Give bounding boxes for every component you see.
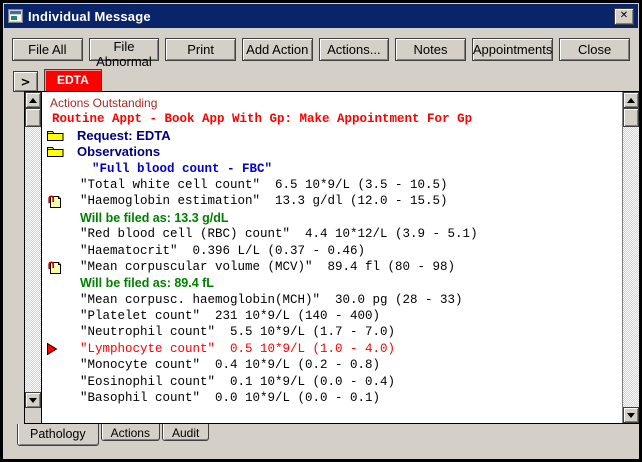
report-line-text: "Basophil count" 0.0 10*9/L (0.0 - 0.1): [80, 391, 380, 405]
window-icon: [8, 9, 23, 23]
toolbar-button-print[interactable]: Print: [165, 38, 236, 61]
report-line-5[interactable]: "Full blood count - FBC": [42, 161, 622, 177]
report-line-14[interactable]: "Platelet count" 231 10*9/L (140 - 400): [42, 308, 622, 324]
report-line-4[interactable]: Observations: [42, 144, 622, 160]
report-area: Actions Outstanding Routine Appt - Book A…: [42, 92, 622, 423]
close-button[interactable]: ✕: [614, 8, 634, 25]
toolbar-button-file-abnormal[interactable]: File Abnormal: [89, 38, 160, 61]
arrow-up-icon: [627, 94, 635, 103]
report-line-text: Observations: [77, 144, 160, 159]
report-line-text: "Red blood cell (RBC) count" 4.4 10*12/L…: [80, 227, 478, 241]
report-line-text: "Lymphocyte count" 0.5 10*9/L (1.0 - 4.0…: [80, 342, 395, 356]
toolbar-button-file-all[interactable]: File All: [12, 38, 83, 61]
toolbar-button-appointments[interactable]: Appointments: [472, 38, 554, 61]
tab-pathology[interactable]: Pathology: [17, 424, 99, 446]
arrow-up-icon: [29, 94, 37, 103]
scroll-down-button-left[interactable]: [25, 392, 41, 408]
report-line-7[interactable]: "Haemoglobin estimation" 13.3 g/dl (12.0…: [42, 193, 622, 209]
report-line-text: Actions Outstanding: [50, 96, 157, 110]
report-line-2[interactable]: Routine Appt - Book App With Gp: Make Ap…: [42, 111, 622, 127]
report-line-16[interactable]: "Lymphocyte count" 0.5 10*9/L (1.0 - 4.0…: [42, 341, 622, 357]
message-content-box: Actions Outstanding Routine Appt - Book A…: [24, 91, 640, 424]
report-line-text: Routine Appt - Book App With Gp: Make Ap…: [52, 112, 472, 126]
window-title: Individual Message: [28, 9, 614, 24]
tab-actions[interactable]: Actions: [101, 424, 160, 441]
report-line-18[interactable]: "Eosinophil count" 0.1 10*9/L (0.0 - 0.4…: [42, 374, 622, 390]
tab-audit[interactable]: Audit: [162, 424, 209, 441]
report-line-text: "Total white cell count" 6.5 10*9/L (3.5…: [80, 178, 448, 192]
report-line-text: "Mean corpusc. haemoglobin(MCH)" 30.0 pg…: [80, 293, 463, 307]
toolbar-button-add-action[interactable]: Add Action: [242, 38, 313, 61]
right-scrollbar[interactable]: [622, 92, 639, 423]
report-line-text: "Eosinophil count" 0.1 10*9/L (0.0 - 0.4…: [80, 375, 395, 389]
scrollbar-thumb-left[interactable]: [25, 108, 41, 127]
report-line-text: "Haemoglobin estimation" 13.3 g/dl (12.0…: [80, 194, 448, 208]
bottom-tab-bar: PathologyActionsAudit: [17, 424, 211, 446]
report-line-13[interactable]: "Mean corpusc. haemoglobin(MCH)" 30.0 pg…: [42, 292, 622, 308]
report-line-text: Will be filed as: 13.3 g/dL: [80, 211, 229, 225]
tab-edta[interactable]: EDTA: [44, 69, 102, 92]
report-line-19[interactable]: "Basophil count" 0.0 10*9/L (0.0 - 0.1): [42, 390, 622, 406]
report-line-text: "Full blood count - FBC": [92, 162, 272, 176]
report-line-9[interactable]: "Red blood cell (RBC) count" 4.4 10*12/L…: [42, 226, 622, 242]
scrollbar-filler-left: [25, 408, 41, 423]
close-icon: ✕: [620, 10, 628, 21]
report-line-text: "Haematocrit" 0.396 L/L (0.37 - 0.46): [80, 244, 365, 258]
toolbar-button-close[interactable]: Close: [559, 38, 630, 61]
left-scrollbar[interactable]: [25, 92, 42, 423]
toolbar-button-notes[interactable]: Notes: [395, 38, 466, 61]
scrollbar-track-right[interactable]: [623, 127, 639, 407]
scroll-up-button-right[interactable]: [623, 92, 639, 108]
scroll-up-button-left[interactable]: [25, 92, 41, 108]
scrollbar-thumb-right[interactable]: [623, 108, 639, 127]
report-line-text: "Neutrophil count" 5.5 10*9/L (1.7 - 7.0…: [80, 325, 395, 339]
report-line-text: Request: EDTA: [77, 128, 171, 143]
report-line-8[interactable]: Will be filed as: 13.3 g/dL: [42, 210, 622, 226]
arrow-down-icon: [29, 398, 37, 407]
report-line-3[interactable]: Request: EDTA: [42, 128, 622, 144]
arrow-down-icon: [627, 413, 635, 422]
toolbar-button-actions[interactable]: Actions...: [319, 38, 390, 61]
report-line-text: Will be filed as: 89.4 fL: [80, 276, 214, 290]
report-line-text: "Mean corpuscular volume (MCV)" 89.4 fl …: [80, 260, 455, 274]
report-line-6[interactable]: "Total white cell count" 6.5 10*9/L (3.5…: [42, 177, 622, 193]
tab-scroll-button[interactable]: >: [13, 71, 38, 92]
toolbar: File All File AbnormalPrint Add Action Acti…: [12, 38, 630, 61]
report-line-1[interactable]: Actions Outstanding: [42, 95, 622, 111]
report-line-11[interactable]: "Mean corpuscular volume (MCV)" 89.4 fl …: [42, 259, 622, 275]
individual-message-window: Individual Message ✕ File All File Abnorm…: [0, 0, 642, 462]
report-line-12[interactable]: Will be filed as: 89.4 fL: [42, 275, 622, 291]
report-line-text: "Platelet count" 231 10*9/L (140 - 400): [80, 309, 380, 323]
report-line-text: "Monocyte count" 0.4 10*9/L (0.2 - 0.8): [80, 358, 380, 372]
scrollbar-track-left[interactable]: [25, 127, 41, 392]
scroll-down-button-right[interactable]: [623, 407, 639, 423]
titlebar[interactable]: Individual Message ✕: [4, 4, 638, 28]
report-line-17[interactable]: "Monocyte count" 0.4 10*9/L (0.2 - 0.8): [42, 357, 622, 373]
report-line-10[interactable]: "Haematocrit" 0.396 L/L (0.37 - 0.46): [42, 243, 622, 259]
message-tab-bar: > EDTA: [13, 69, 102, 92]
report-line-15[interactable]: "Neutrophil count" 5.5 10*9/L (1.7 - 7.0…: [42, 324, 622, 340]
